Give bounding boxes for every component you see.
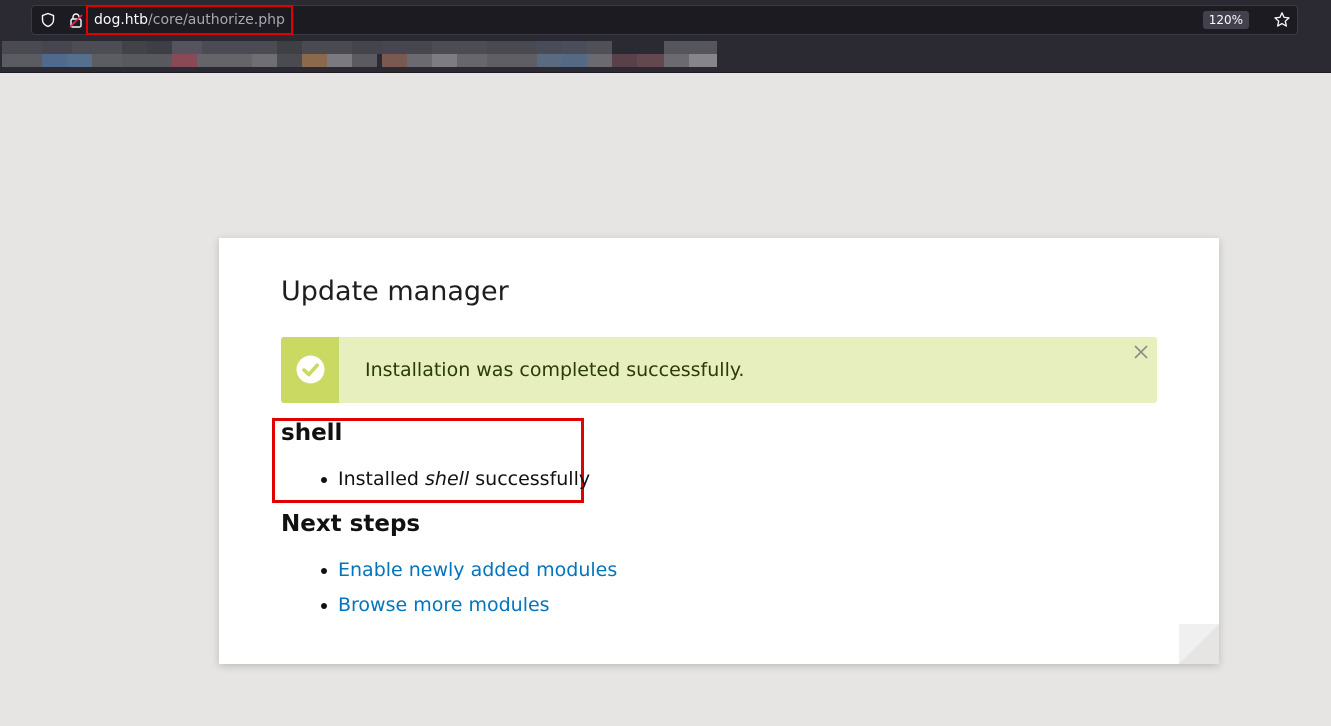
result-suffix: successfully (475, 468, 591, 490)
result-module-name: shell (425, 468, 470, 490)
next-steps-list: Enable newly added modules Browse more m… (281, 553, 617, 623)
url-path: /core/authorize.php (148, 12, 285, 28)
next-steps-heading: Next steps (281, 511, 421, 537)
star-icon[interactable] (1273, 11, 1291, 29)
update-manager-card: Update manager Installation was complete… (219, 238, 1219, 664)
status-icon-container (281, 337, 339, 403)
list-item: Browse more modules (281, 588, 617, 623)
page-title: Update manager (281, 276, 509, 307)
result-prefix: Installed (338, 468, 419, 490)
browse-modules-link[interactable]: Browse more modules (338, 594, 550, 616)
shield-icon[interactable] (40, 12, 56, 28)
module-name-heading: shell (281, 420, 343, 446)
status-message-text: Installation was completed successfully. (365, 359, 745, 381)
browser-toolbar: dog.htb/core/authorize.php 120% (0, 0, 1331, 73)
module-result-item: Installed shell successfully (281, 462, 590, 497)
close-icon[interactable] (1133, 344, 1149, 360)
url-text[interactable]: dog.htb/core/authorize.php (86, 5, 293, 35)
page-curl-decoration (1179, 624, 1219, 664)
list-item: Enable newly added modules (281, 553, 617, 588)
module-result-list: Installed shell successfully (281, 462, 590, 497)
lock-warning-icon[interactable] (68, 12, 84, 28)
zoom-level-badge[interactable]: 120% (1202, 11, 1249, 29)
check-circle-icon (296, 355, 325, 384)
enable-modules-link[interactable]: Enable newly added modules (338, 559, 617, 581)
address-bar[interactable]: dog.htb/core/authorize.php 120% (31, 5, 1298, 35)
status-message-success: Installation was completed successfully. (281, 337, 1157, 403)
url-host: dog.htb (94, 12, 149, 28)
bookmarks-toolbar-blurred (2, 41, 717, 67)
